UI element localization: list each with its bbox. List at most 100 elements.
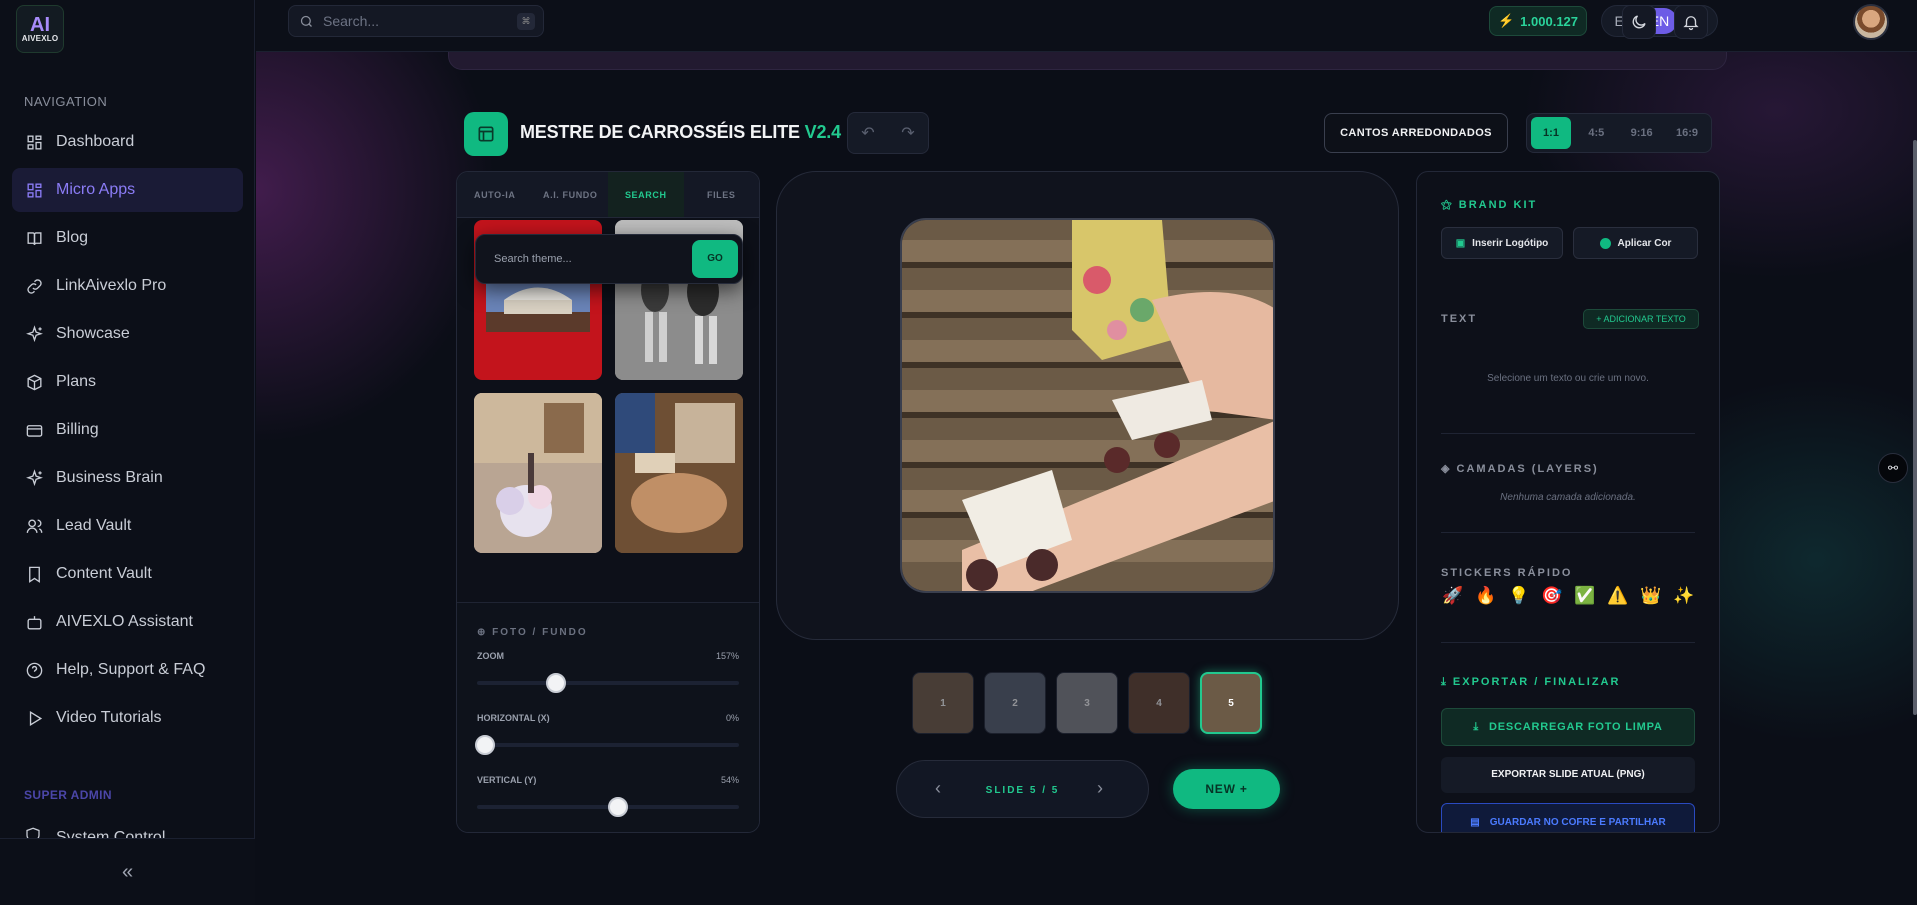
properties-panel: ⚝ BRAND KIT ▣ Inserir Logótipo Aplicar Co… <box>1416 171 1720 833</box>
slider-handle[interactable] <box>474 735 495 755</box>
sticker-button[interactable]: 🎯 <box>1540 584 1564 608</box>
sidebar-item-label: Showcase <box>56 325 130 342</box>
search-input[interactable]: Search... ⌘ <box>288 5 544 37</box>
sidebar-item-dashboard[interactable]: Dashboard <box>12 120 243 164</box>
topbar: Search... ⌘ ⚡ 1.000.127 ESENPT <box>256 0 1917 52</box>
sticker-button[interactable]: 🚀 <box>1441 584 1465 608</box>
sticker-button[interactable]: 👑 <box>1639 584 1663 608</box>
slide-canvas[interactable] <box>900 218 1275 593</box>
slider-label: ZOOM <box>477 651 504 661</box>
sidebar-item-billing[interactable]: Billing <box>12 408 243 452</box>
sticker-button[interactable]: 💡 <box>1507 584 1531 608</box>
tab-files[interactable]: FILES <box>684 172 760 217</box>
slide-thumbnail[interactable]: 2 <box>984 672 1046 734</box>
insert-logo-label: Inserir Logótipo <box>1472 237 1549 249</box>
theme-search-input[interactable]: Search theme... <box>494 253 572 265</box>
download-clean-photo-button[interactable]: ⤓ DESCARREGAR FOTO LIMPA <box>1441 708 1695 746</box>
version-badge: V2.4 <box>804 122 841 142</box>
sticker-button[interactable]: ⚠️ <box>1606 584 1630 608</box>
slider-value: 157% <box>715 651 739 661</box>
slider-handle[interactable] <box>608 797 629 817</box>
layers-title: ◈ CAMADAS (LAYERS) <box>1441 462 1599 475</box>
sidebar-item-aivexlo-assistant[interactable]: AIVEXLO Assistant <box>12 600 243 644</box>
ratio-option[interactable]: 4:5 <box>1576 117 1616 149</box>
sidebar-item-micro-apps[interactable]: Micro Apps <box>12 168 243 212</box>
sticker-button[interactable]: ✅ <box>1573 584 1597 608</box>
slider-track[interactable] <box>477 743 739 747</box>
sidebar-item-help-support-faq[interactable]: Help, Support & FAQ <box>12 648 243 692</box>
sidebar-item-lead-vault[interactable]: Lead Vault <box>12 504 243 548</box>
slide-number: 2 <box>1012 697 1018 709</box>
ratio-option[interactable]: 9:16 <box>1622 117 1662 149</box>
divider <box>1441 642 1695 643</box>
user-avatar[interactable] <box>1853 4 1889 40</box>
slide-counter: SLIDE 5 / 5 <box>985 785 1060 796</box>
undo-icon[interactable]: ↶ <box>861 123 874 143</box>
tab-search[interactable]: SEARCH <box>608 172 684 217</box>
search-icon <box>300 15 312 27</box>
theme-search-popover: Search theme... GO <box>475 234 743 284</box>
tab-auto-ia[interactable]: AUTO-IA <box>457 172 533 217</box>
slider-value: 54% <box>720 775 739 785</box>
users-icon <box>24 516 44 536</box>
photo-controls: ⊕ FOTO / FUNDO ZOOM 157% HORIZONTAL (X) 0% V… <box>457 602 759 832</box>
sticker-button[interactable]: ✨ <box>1672 584 1696 608</box>
slide-number: 3 <box>1084 697 1090 709</box>
slide-thumbnail[interactable]: 5 <box>1200 672 1262 734</box>
sidebar-item-blog[interactable]: Blog <box>12 216 243 260</box>
zoom-icon: ⊕ <box>477 627 493 638</box>
theme-toggle-button[interactable] <box>1622 5 1656 39</box>
page-scrollbar[interactable] <box>1913 140 1917 715</box>
rounded-corners-button[interactable]: CANTOS ARREDONDADOS <box>1324 113 1508 153</box>
help-icon <box>24 660 44 680</box>
sticker-list: 🚀 🔥 💡 🎯 ✅ ⚠️ 👑 ✨ <box>1441 584 1696 608</box>
sidebar-item-linkaivexlo-pro[interactable]: LinkAivexlo Pro <box>12 264 243 308</box>
side-drawer-toggle[interactable]: ⚯ <box>1878 453 1908 483</box>
shortcut-badge: ⌘ <box>517 13 535 30</box>
slider-label: HORIZONTAL (X) <box>477 713 550 723</box>
controls-title-text: FOTO / FUNDO <box>492 627 588 638</box>
credits-badge[interactable]: ⚡ 1.000.127 <box>1489 6 1587 36</box>
sidebar-collapse-button[interactable]: « <box>0 838 255 905</box>
book-icon <box>24 228 44 248</box>
slide-thumbnail[interactable]: 3 <box>1056 672 1118 734</box>
sidebar-item-label: Business Brain <box>56 469 163 486</box>
slider-track[interactable] <box>477 681 739 685</box>
media-thumbnail[interactable] <box>615 393 743 553</box>
media-thumbnail[interactable] <box>474 393 602 553</box>
apply-color-label: Aplicar Cor <box>1617 237 1672 249</box>
redo-icon[interactable]: ↷ <box>901 123 914 143</box>
sidebar-item-showcase[interactable]: Showcase <box>12 312 243 356</box>
save-share-button[interactable]: ▤ GUARDAR NO COFRE E PARTILHAR <box>1441 803 1695 832</box>
sidebar-item-label: Video Tutorials <box>56 709 162 726</box>
slider-handle[interactable] <box>545 673 566 693</box>
ratio-option[interactable]: 16:9 <box>1667 117 1707 149</box>
add-text-button[interactable]: + ADICIONAR TEXTO <box>1583 309 1699 329</box>
settings-toggle-icon: ⚯ <box>1887 461 1899 475</box>
notifications-button[interactable] <box>1674 5 1708 39</box>
super-admin-title: SUPER ADMIN <box>24 788 112 802</box>
play-icon <box>24 708 44 728</box>
text-empty-state: Selecione um texto ou crie um novo. <box>1487 373 1649 384</box>
save-icon: ▤ <box>1470 816 1480 828</box>
app-logo[interactable]: AI AIVEXLO <box>16 5 64 53</box>
apply-color-button[interactable]: Aplicar Cor <box>1573 227 1698 259</box>
media-tabs: AUTO-IA A.I. FUNDO SEARCH FILES <box>457 172 759 218</box>
sticker-button[interactable]: 🔥 <box>1474 584 1498 608</box>
slide-thumbnail[interactable]: 1 <box>912 672 974 734</box>
sidebar-item-business-brain[interactable]: Business Brain <box>12 456 243 500</box>
export-png-button[interactable]: EXPORTAR SLIDE ATUAL (PNG) <box>1441 757 1695 793</box>
sidebar-item-label: Lead Vault <box>56 517 132 534</box>
sidebar-item-content-vault[interactable]: Content Vault <box>12 552 243 596</box>
new-slide-button[interactable]: NEW + <box>1173 769 1280 809</box>
sidebar-item-plans[interactable]: Plans <box>12 360 243 404</box>
insert-logo-button[interactable]: ▣ Inserir Logótipo <box>1441 227 1563 259</box>
search-placeholder: Search... <box>323 13 380 29</box>
slide-thumbnail[interactable]: 4 <box>1128 672 1190 734</box>
go-button[interactable]: GO <box>692 240 738 278</box>
sidebar-item-video-tutorials[interactable]: Video Tutorials <box>12 696 243 740</box>
chevron-right-icon[interactable]: › <box>1097 778 1103 799</box>
credits-value: 1.000.127 <box>1520 13 1579 29</box>
tab-a-i-fundo[interactable]: A.I. FUNDO <box>533 172 609 217</box>
ratio-option[interactable]: 1:1 <box>1531 117 1571 149</box>
